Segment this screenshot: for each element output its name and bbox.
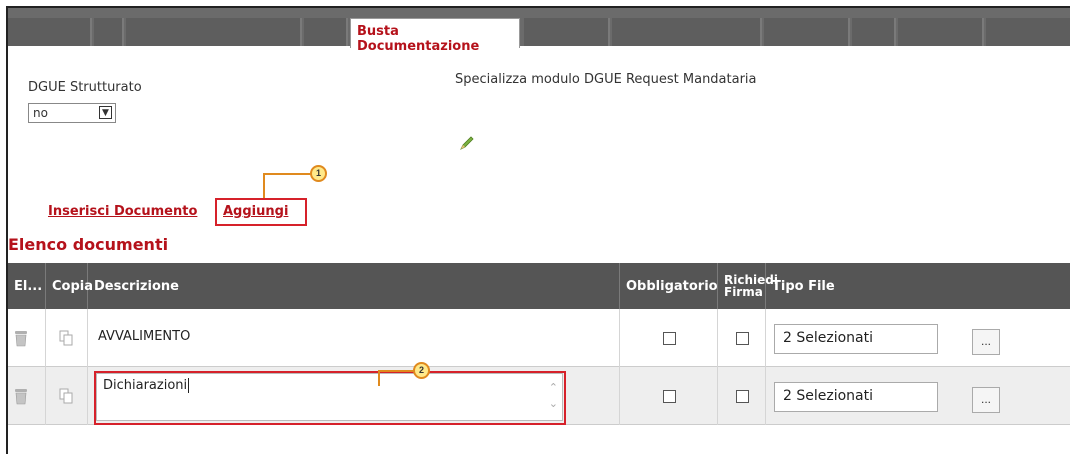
tab-9[interactable]: [852, 18, 896, 46]
table-header: El... Copia Descrizione Obbligatorio Ric…: [8, 263, 1070, 309]
callout-2-line-h: [378, 370, 414, 372]
tab-2[interactable]: [94, 18, 124, 46]
tipo-file-more-button[interactable]: ...: [972, 329, 1000, 355]
col-el[interactable]: El...: [8, 263, 46, 309]
cell-tipo-file: 2 Selezionati ...: [766, 367, 1070, 425]
callout-2-badge: 2: [413, 362, 430, 379]
callout-1-line-v: [263, 173, 265, 199]
table-row: Dichiarazioni ⌃ ⌄ 2 Selezionati ...: [8, 367, 1070, 425]
specializza-modulo-label: Specializza modulo DGUE Request Mandatar…: [455, 72, 757, 87]
copy-icon[interactable]: [59, 388, 73, 404]
tab-4[interactable]: [304, 18, 348, 46]
dgue-strutturato-select[interactable]: no ▼: [28, 103, 116, 123]
col-copia[interactable]: Copia: [46, 263, 93, 309]
obbligatorio-checkbox[interactable]: [663, 390, 676, 403]
dgue-strutturato-value: no: [33, 106, 48, 120]
cell-elimina: [8, 309, 46, 367]
cell-descrizione: Dichiarazioni ⌃ ⌄: [88, 367, 620, 425]
tab-11[interactable]: [986, 18, 1070, 46]
callout-2-highlight: [94, 371, 566, 425]
documents-table: El... Copia Descrizione Obbligatorio Ric…: [8, 263, 1070, 425]
tab-3[interactable]: [126, 18, 302, 46]
tipo-file-field[interactable]: 2 Selezionati: [774, 324, 938, 354]
callout-1-line-h: [263, 173, 311, 175]
col-richiedi-firma[interactable]: Richiedi Firma: [718, 263, 778, 309]
tipo-file-field[interactable]: 2 Selezionati: [774, 382, 938, 412]
copy-icon[interactable]: [59, 330, 73, 346]
cell-richiedi-firma: [718, 367, 766, 425]
cell-obbligatorio: [620, 367, 718, 425]
pencil-icon[interactable]: [459, 135, 475, 151]
tab-busta-documentazione[interactable]: Busta Documentazione: [350, 18, 520, 54]
callout-2-line-v: [378, 370, 380, 386]
trash-icon[interactable]: [14, 387, 28, 405]
window-frame: Busta Documentazione DGUE Strutturato no…: [6, 6, 1070, 454]
descrizione-text: AVVALIMENTO: [98, 329, 191, 344]
cell-elimina: [8, 367, 46, 425]
tab-10[interactable]: [898, 18, 984, 46]
inserisci-documento-link[interactable]: Inserisci Documento: [48, 204, 197, 219]
aggiungi-link[interactable]: Aggiungi: [223, 204, 288, 219]
cell-tipo-file: 2 Selezionati ...: [766, 309, 1070, 367]
table-row: AVVALIMENTO 2 Selezionati ...: [8, 309, 1070, 367]
callout-1-badge: 1: [310, 165, 327, 182]
elenco-documenti-title: Elenco documenti: [8, 235, 169, 254]
col-obbligatorio[interactable]: Obbligatorio: [620, 263, 718, 309]
tab-7[interactable]: [612, 18, 762, 46]
cell-richiedi-firma: [718, 309, 766, 367]
tab-1[interactable]: [8, 18, 92, 46]
dgue-strutturato-label: DGUE Strutturato: [28, 80, 142, 95]
col-tipo-file[interactable]: Tipo File: [766, 263, 1070, 309]
richiedi-firma-checkbox[interactable]: [736, 390, 749, 403]
tipo-file-more-button[interactable]: ...: [972, 387, 1000, 413]
tab-6[interactable]: [524, 18, 610, 46]
cell-copia: [46, 367, 88, 425]
cell-descrizione: AVVALIMENTO: [88, 309, 620, 367]
cell-copia: [46, 309, 88, 367]
col-descrizione[interactable]: Descrizione: [88, 263, 620, 309]
cell-obbligatorio: [620, 309, 718, 367]
richiedi-firma-checkbox[interactable]: [736, 332, 749, 345]
chevron-down-icon: ▼: [99, 106, 112, 119]
obbligatorio-checkbox[interactable]: [663, 332, 676, 345]
trash-icon[interactable]: [14, 329, 28, 347]
col-richiedi-firma-line2: Firma: [724, 285, 763, 299]
tab-bar: Busta Documentazione: [8, 8, 1070, 54]
tab-8[interactable]: [764, 18, 850, 46]
